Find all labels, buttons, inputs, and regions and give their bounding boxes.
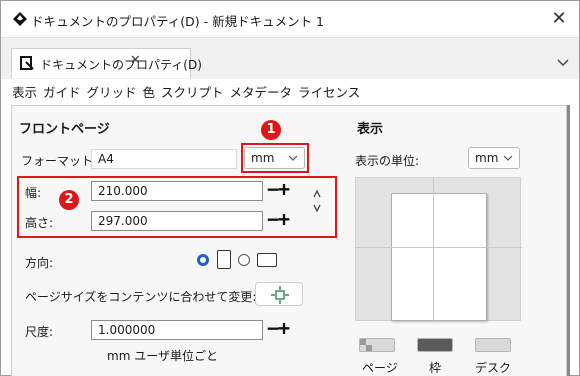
page-preview — [355, 177, 522, 322]
section-tabs: 表示 ガイド グリッド 色 スクリプト メタデータ ライセンス — [11, 82, 361, 104]
desk-swatch-label: デスク — [475, 361, 512, 375]
minus-icon[interactable]: − — [267, 316, 279, 340]
dock-tab-strip: ドキュメントのプロパティ(D) ✕ — [1, 37, 579, 79]
chevron-down-icon[interactable] — [557, 56, 569, 70]
user-units-note: mm ユーザ単位ごと — [107, 349, 218, 363]
tab-close-icon[interactable]: ✕ — [130, 53, 141, 68]
chevron-down-icon — [503, 148, 513, 175]
document-properties-icon — [20, 56, 34, 70]
border-swatch-label: 枠 — [429, 361, 442, 375]
landscape-page-icon — [257, 253, 277, 267]
window-title: ドキュメントのプロパティ(D) - 新規ドキュメント 1 — [31, 14, 325, 29]
unit-highlight-box — [241, 143, 309, 173]
resize-to-content-button[interactable] — [255, 282, 303, 306]
tab-grids[interactable]: グリッド — [86, 82, 138, 101]
annotation-badge-1: 1 — [261, 120, 281, 140]
title-bar: ドキュメントのプロパティ(D) - 新規ドキュメント 1 ✕ — [1, 1, 579, 37]
scale-value: 1.000000 — [98, 323, 156, 337]
panel-scrollbar[interactable] — [567, 105, 573, 376]
landscape-radio[interactable] — [238, 254, 250, 266]
border-color-swatch[interactable] — [417, 338, 453, 352]
plus-icon[interactable]: + — [278, 316, 290, 340]
preview-guide-horizontal — [356, 247, 522, 248]
portrait-radio[interactable] — [197, 254, 209, 266]
tab-license[interactable]: ライセンス — [297, 82, 361, 101]
minus-icon[interactable]: − — [267, 207, 279, 231]
height-input[interactable]: 297.000 — [91, 211, 263, 231]
document-properties-window: ドキュメントのプロパティ(D) - 新規ドキュメント 1 ✕ ドキュメントのプロ… — [0, 0, 580, 376]
page-swatch-label: ページ — [362, 361, 398, 375]
portrait-page-icon — [217, 250, 231, 269]
preview-page-sheet — [391, 193, 487, 321]
height-value: 297.000 — [98, 214, 148, 228]
desk-color-swatch[interactable] — [475, 338, 511, 352]
format-value: A4 — [98, 152, 114, 166]
preview-guide-vertical — [433, 178, 434, 322]
minus-icon[interactable]: − — [267, 177, 279, 201]
tab-label: ドキュメントのプロパティ(D) — [40, 58, 202, 72]
width-value: 210.000 — [98, 184, 148, 198]
format-select[interactable]: A4 — [91, 149, 237, 169]
resize-to-content-label: ページサイズをコンテンツに合わせて変更: — [25, 290, 257, 304]
resize-to-content-icon — [271, 286, 289, 307]
display-units-label: 表示の単位: — [355, 154, 420, 168]
annotation-badge-2: 2 — [59, 190, 79, 210]
scale-label: 尺度: — [25, 325, 54, 339]
scroll-thumb[interactable] — [567, 105, 570, 376]
width-label: 幅: — [25, 186, 42, 200]
width-spin-buttons[interactable]: −+ — [267, 179, 303, 201]
tab-document-properties[interactable]: ドキュメントのプロパティ(D) ✕ — [11, 48, 202, 78]
page-color-swatch[interactable] — [359, 338, 395, 352]
tab-metadata[interactable]: メタデータ — [229, 82, 294, 101]
close-icon[interactable]: ✕ — [547, 7, 571, 31]
tab-guides[interactable]: ガイド — [42, 82, 82, 101]
front-page-heading: フロントページ — [19, 122, 110, 137]
display-unit-value: mm — [475, 151, 499, 165]
tab-scripting[interactable]: スクリプト — [160, 82, 225, 101]
plus-icon[interactable]: + — [278, 177, 290, 201]
format-label: フォーマット: — [21, 154, 98, 168]
tab-color[interactable]: 色 — [142, 82, 157, 101]
link-chain-icon[interactable] — [312, 187, 322, 220]
tab-display[interactable]: 表示 — [11, 82, 38, 101]
orientation-label: 方向: — [25, 256, 54, 270]
scale-spin-buttons[interactable]: −+ — [267, 318, 303, 340]
display-unit-select[interactable]: mm — [468, 147, 520, 169]
width-input[interactable]: 210.000 — [91, 181, 263, 201]
height-label: 高さ: — [25, 216, 54, 230]
inkscape-logo-icon — [13, 12, 27, 26]
plus-icon[interactable]: + — [278, 207, 290, 231]
display-heading: 表示 — [357, 122, 384, 137]
height-spin-buttons[interactable]: −+ — [267, 209, 303, 231]
scale-input[interactable]: 1.000000 — [91, 320, 263, 340]
